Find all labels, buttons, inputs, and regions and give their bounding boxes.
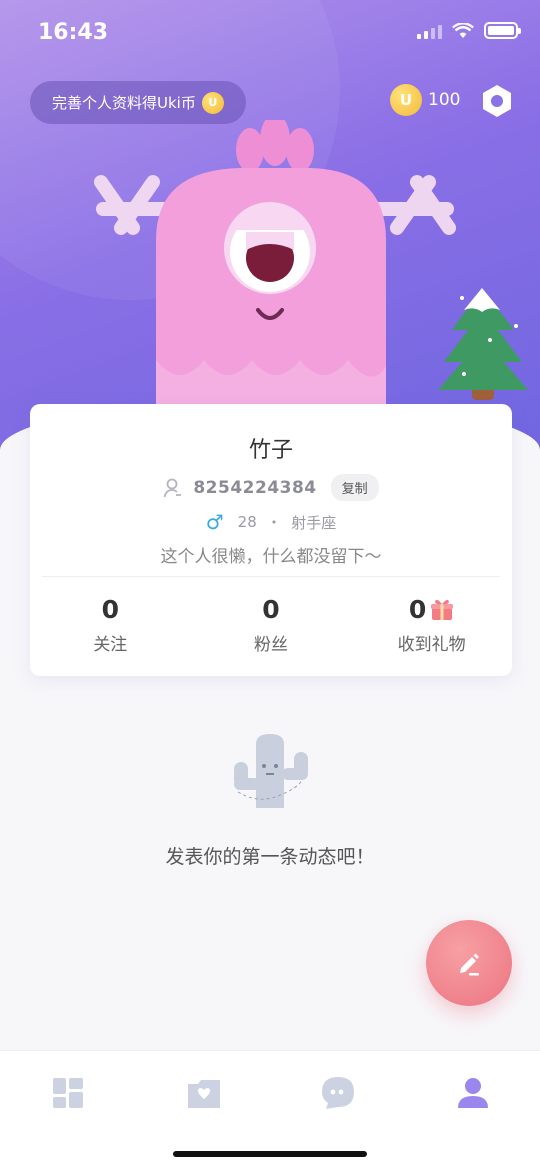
stats-row: 0 关注 0 粉丝 0 收到礼物 <box>30 594 512 656</box>
gifts-count: 0 <box>408 594 427 624</box>
tab-messages[interactable] <box>318 1073 358 1113</box>
copy-id-button[interactable]: 复制 <box>330 474 379 501</box>
followers-count: 0 <box>262 594 280 624</box>
home-indicator <box>173 1151 367 1157</box>
followers-label: 粉丝 <box>253 635 288 655</box>
promo-text: 完善个人资料得Uki币 <box>52 94 196 112</box>
tab-moments[interactable] <box>184 1073 224 1113</box>
card-divider <box>42 576 500 577</box>
status-time: 16:43 <box>38 20 109 45</box>
nickname: 竹子 <box>248 438 293 463</box>
stat-following[interactable]: 0 关注 <box>30 594 191 656</box>
cellular-signal-icon <box>417 23 442 39</box>
cactus-empty-icon <box>234 734 308 808</box>
coin-balance[interactable]: U 100 <box>390 84 460 116</box>
complete-profile-banner[interactable]: 完善个人资料得Uki币 U <box>30 81 246 124</box>
tab-profile[interactable] <box>453 1073 493 1113</box>
uki-coin-icon: U <box>390 84 422 116</box>
profile-card: 竹子 8254224384 复制 ♂ 28 • 射手座 这个人很懒，什么都没留下… <box>30 404 512 676</box>
tab-home[interactable] <box>48 1073 88 1113</box>
coin-balance-value: 100 <box>428 90 461 110</box>
bio: 这个人很懒，什么都没留下～ <box>160 547 382 567</box>
person-icon <box>458 1078 488 1108</box>
age: 28 <box>237 513 257 531</box>
photo-folder-icon <box>188 1080 220 1108</box>
compose-post-button[interactable] <box>426 920 512 1006</box>
settings-icon[interactable] <box>478 82 516 120</box>
profile-header <box>0 0 540 470</box>
gifts-label: 收到礼物 <box>397 635 466 655</box>
gifts-row: 0 <box>409 594 454 624</box>
status-bar: 16:43 <box>0 0 540 66</box>
following-label: 关注 <box>93 635 128 655</box>
basic-info-row: ♂ 28 • 射手座 <box>30 510 512 534</box>
wifi-icon <box>452 22 474 38</box>
user-id-row: 8254224384 复制 <box>30 474 512 501</box>
stat-followers[interactable]: 0 粉丝 <box>191 594 352 656</box>
uki-coin-icon: U <box>201 91 224 114</box>
status-icons <box>417 22 521 39</box>
christmas-tree-illustration <box>438 288 528 400</box>
monster-mascot-illustration <box>93 120 457 410</box>
zodiac-sign: 射手座 <box>291 513 337 532</box>
grid-icon <box>53 1078 83 1108</box>
user-id: 8254224384 <box>193 477 317 498</box>
gift-icon <box>431 599 454 620</box>
male-gender-icon: ♂ <box>205 510 224 534</box>
empty-state-text: 发表你的第一条动态吧！ <box>165 846 375 868</box>
chat-bubble-icon <box>322 1077 354 1109</box>
stat-gifts[interactable]: 0 收到礼物 <box>351 594 512 656</box>
following-count: 0 <box>101 594 120 624</box>
battery-icon <box>484 22 521 39</box>
info-separator: • <box>270 515 278 529</box>
pencil-icon <box>460 953 479 976</box>
user-icon <box>163 478 182 497</box>
